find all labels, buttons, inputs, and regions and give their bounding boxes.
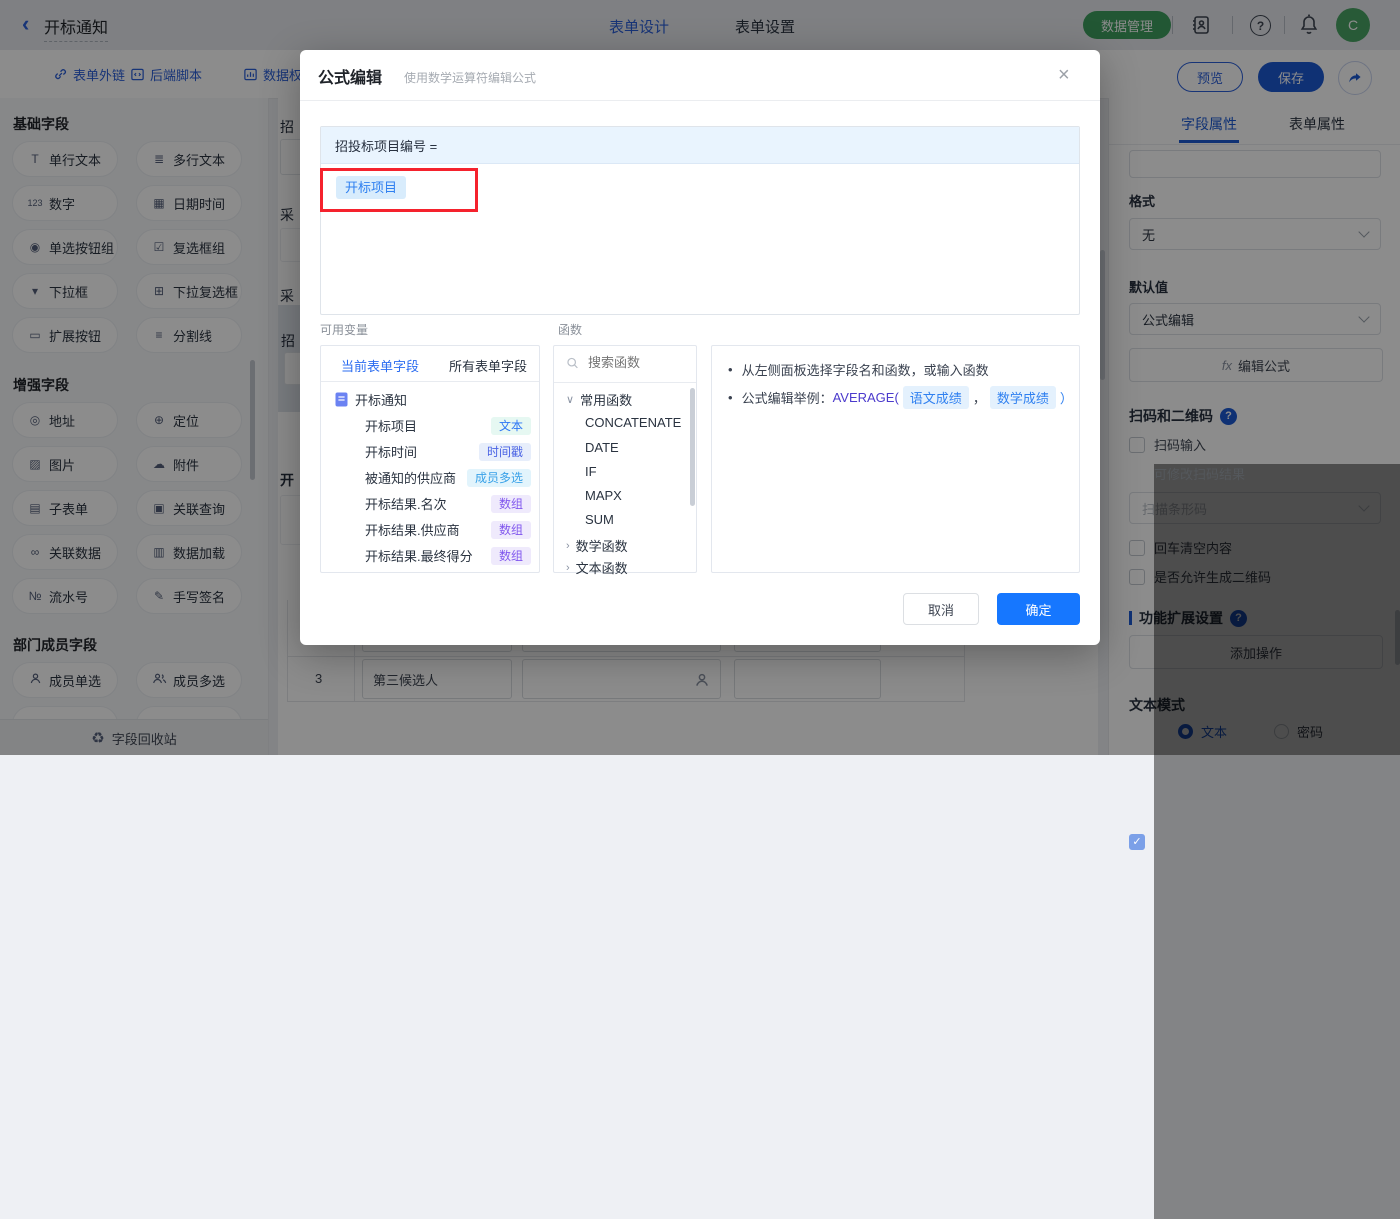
search-function-input[interactable]: [586, 354, 686, 371]
variable-name: 开标时间: [365, 445, 418, 460]
caret-right-icon: ›: [566, 561, 570, 574]
document-icon: [335, 392, 348, 407]
variables-panel: 当前表单字段 所有表单字段 开标通知 开标项目 文本 开标时间 时间戳 被通知的…: [320, 345, 540, 573]
function-group-label: 常用函数: [580, 393, 633, 408]
function-group-common[interactable]: ∨ 常用函数: [566, 390, 632, 409]
variable-type-tag: 文本: [490, 416, 531, 435]
variable-name: 开标结果.最终得分: [365, 549, 473, 564]
variables-tree-root[interactable]: 开标通知: [335, 390, 407, 409]
variable-row[interactable]: 被通知的供应商 成员多选: [365, 468, 531, 487]
variable-type-tag: 数组: [490, 546, 531, 565]
tree-root-label: 开标通知: [355, 393, 408, 408]
search-divider: [554, 382, 696, 383]
function-item[interactable]: SUM: [585, 512, 614, 527]
help-text: 从左侧面板选择字段名和函数，或输入函数: [741, 363, 989, 378]
function-item[interactable]: DATE: [585, 440, 619, 455]
help-example-chip: 语文成绩: [902, 386, 969, 409]
functions-scrollbar[interactable]: [690, 388, 695, 506]
bullet-icon: •: [728, 390, 733, 405]
function-item[interactable]: IF: [585, 464, 597, 479]
variable-type-tag: 数组: [490, 494, 531, 513]
function-search[interactable]: [566, 354, 686, 371]
variable-name: 被通知的供应商: [365, 471, 457, 486]
confirm-button[interactable]: 确定: [997, 593, 1080, 625]
function-group-label: 数学函数: [575, 539, 628, 554]
help-example-prefix: 公式编辑举例：: [741, 391, 833, 406]
variable-name: 开标结果.名次: [365, 497, 447, 512]
variable-type-tag: 成员多选: [466, 468, 531, 487]
function-group-text[interactable]: › 文本函数: [566, 558, 628, 577]
variable-row[interactable]: 开标项目 文本: [365, 416, 531, 435]
variable-name: 开标项目: [365, 419, 418, 434]
variable-row[interactable]: 开标结果.供应商 数组: [365, 520, 531, 539]
variable-type-tag: 数组: [490, 520, 531, 539]
formula-editor-modal: 公式编辑 使用数学运算符编辑公式 × 招投标项目编号 = 开标项目 可用变量 当…: [300, 50, 1100, 645]
cancel-button[interactable]: 取消: [903, 593, 979, 625]
tab-current-form-fields[interactable]: 当前表单字段: [341, 356, 419, 375]
functions-panel: ∨ 常用函数 CONCATENATE DATE IF MAPX SUM › 数学…: [553, 345, 697, 576]
close-icon[interactable]: ×: [1058, 65, 1070, 85]
help-example-suffix: ）: [1059, 391, 1073, 406]
formula-target-bar: 招投标项目编号 =: [321, 127, 1079, 164]
bullet-icon: •: [728, 362, 733, 377]
function-item[interactable]: CONCATENATE: [585, 415, 681, 430]
checkbox-checked-icon: ✓: [1129, 833, 1145, 850]
help-line-1: • 从左侧面板选择字段名和函数，或输入函数: [728, 360, 989, 379]
caret-right-icon: ›: [566, 539, 570, 552]
help-example-chip: 数学成绩: [989, 386, 1056, 409]
search-icon: [567, 357, 578, 368]
function-item[interactable]: MAPX: [585, 488, 622, 503]
modal-header-divider: [300, 100, 1100, 101]
modal-subtitle: 使用数学运算符编辑公式: [404, 71, 537, 85]
variable-name: 开标结果.供应商: [365, 523, 460, 538]
help-example-function: AVERAGE(: [832, 390, 899, 405]
variable-row[interactable]: 开标结果.名次 数组: [365, 494, 531, 513]
modal-title: 公式编辑: [318, 70, 383, 87]
function-group-label: 文本函数: [575, 561, 628, 576]
annotation-rectangle: [320, 168, 478, 212]
variables-panel-title: 可用变量: [320, 323, 369, 337]
variables-tabs-divider: [321, 381, 539, 382]
function-group-math[interactable]: › 数学函数: [566, 536, 628, 555]
variable-row[interactable]: 开标时间 时间戳: [365, 442, 531, 461]
help-example-comma: ，: [972, 391, 986, 406]
formula-help-panel: • 从左侧面板选择字段名和函数，或输入函数 • 公式编辑举例： AVERAGE(…: [711, 345, 1080, 573]
help-line-2: • 公式编辑举例： AVERAGE( 语文成绩 ， 数学成绩 ）: [728, 386, 1073, 409]
caret-down-icon: ∨: [566, 394, 575, 406]
formula-expression-box[interactable]: 招投标项目编号 = 开标项目: [320, 126, 1080, 315]
functions-panel-title: 函数: [558, 323, 583, 337]
variable-type-tag: 时间戳: [478, 442, 531, 461]
formula-target-text: 招投标项目编号 =: [335, 138, 438, 154]
tab-all-form-fields[interactable]: 所有表单字段: [449, 356, 527, 375]
variable-row[interactable]: 开标结果.最终得分 数组: [365, 546, 531, 565]
